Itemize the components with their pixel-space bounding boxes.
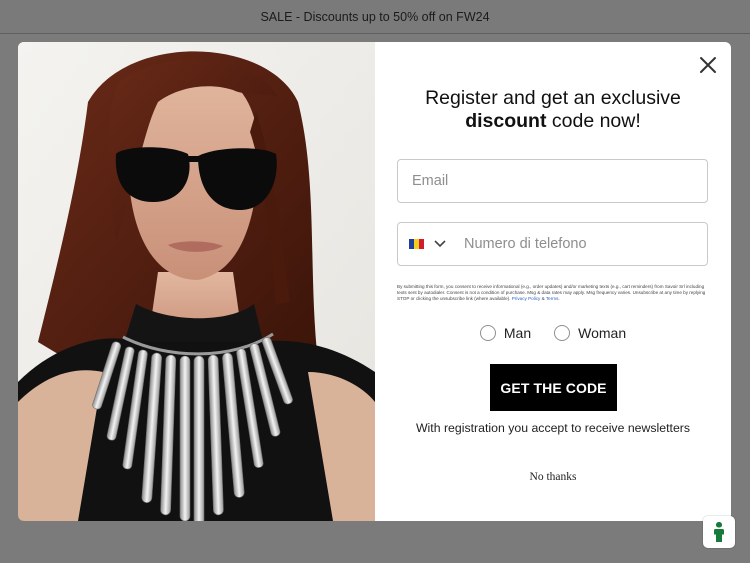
- popup-headline: Register and get an exclusive discount c…: [375, 87, 731, 133]
- gender-label-man: Man: [503, 325, 532, 341]
- close-icon[interactable]: [697, 54, 719, 76]
- headline-rest: code now!: [546, 110, 641, 132]
- chevron-down-icon: [434, 240, 446, 248]
- headline-bold: discount: [465, 110, 547, 132]
- gender-option-man[interactable]: Man: [479, 325, 532, 341]
- terms-link[interactable]: Terms: [546, 296, 559, 301]
- signup-popup: Register and get an exclusive discount c…: [18, 42, 731, 521]
- privacy-policy-link[interactable]: Privacy Policy: [512, 296, 541, 301]
- model-photo: [18, 42, 375, 521]
- email-field[interactable]: [397, 159, 708, 203]
- announcement-bar: SALE - Discounts up to 50% off on FW24: [0, 0, 750, 34]
- headline-line1: Register and get an exclusive: [425, 87, 681, 109]
- radio-man[interactable]: [479, 325, 496, 341]
- accessibility-button[interactable]: [703, 516, 735, 548]
- email-input[interactable]: [412, 160, 692, 202]
- get-code-button[interactable]: GET THE CODE: [490, 364, 617, 411]
- accessibility-icon: [714, 522, 724, 542]
- country-selector[interactable]: [398, 223, 464, 265]
- phone-input[interactable]: [464, 223, 694, 265]
- consent-text: By submitting this form, you consent to …: [397, 284, 706, 301]
- phone-field[interactable]: [397, 222, 708, 266]
- gender-selector: Man Woman: [375, 325, 731, 341]
- gender-option-woman[interactable]: Woman: [554, 325, 626, 341]
- announcement-text: SALE - Discounts up to 50% off on FW24: [260, 9, 490, 24]
- no-thanks-link[interactable]: No thanks: [375, 471, 731, 483]
- romania-flag-icon: [409, 239, 424, 249]
- newsletter-note: With registration you accept to receive …: [415, 421, 691, 435]
- radio-woman[interactable]: [554, 325, 571, 341]
- signup-form: Register and get an exclusive discount c…: [375, 42, 731, 521]
- gender-label-woman: Woman: [578, 325, 627, 341]
- headline-line2: discount code now!: [375, 110, 731, 133]
